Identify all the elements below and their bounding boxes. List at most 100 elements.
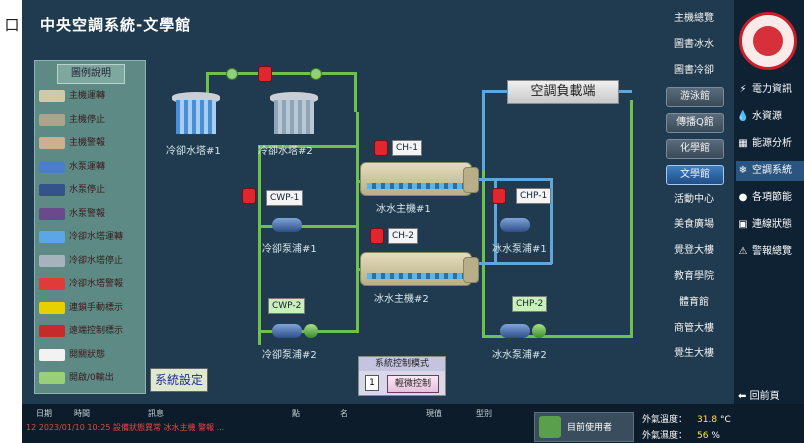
legend-item-label: 冷卻水塔停止 xyxy=(69,255,124,266)
outdoor-temp-value: 31.8 xyxy=(697,415,718,425)
chilled-pump-1-label: 冰水泵浦#1 xyxy=(492,244,547,255)
col-message: 訊息 xyxy=(148,409,164,418)
legend-item: 主機停止 xyxy=(37,111,143,129)
nav-item[interactable]: 游泳館 xyxy=(666,87,724,108)
legend-item: 開啟/0輸出 xyxy=(37,369,143,387)
current-user[interactable]: 目前使用者 xyxy=(534,412,634,442)
valve-icon xyxy=(310,68,322,80)
legend-swatch-icon xyxy=(39,254,65,267)
ch1-tag: CH-1 xyxy=(392,140,423,156)
chilled-pump-1[interactable] xyxy=(500,218,530,232)
legend-item-label: 水泵運轉 xyxy=(69,161,106,172)
legend-item-label: 水泵警報 xyxy=(69,208,106,219)
col-name: 名 xyxy=(340,409,348,418)
outdoor-temp-unit: °C xyxy=(719,415,731,425)
nav-item[interactable]: 商管大樓 xyxy=(666,320,722,338)
side-menu-label: 能源分析 xyxy=(752,138,792,149)
col-value: 現值 xyxy=(426,409,442,418)
menu-icon: ▦ xyxy=(738,138,748,149)
side-menu-item[interactable]: ❄ 空調系統 xyxy=(736,161,804,181)
legend-swatch-icon xyxy=(39,113,65,126)
side-menu-item[interactable]: ⚡ 電力資訊 xyxy=(736,80,804,100)
legend-swatch-icon xyxy=(39,160,65,173)
legend-item: 連鎖手動標示 xyxy=(37,299,143,317)
outdoor-hum-unit: % xyxy=(711,431,720,441)
nav-item[interactable]: 覺生大樓 xyxy=(666,345,722,363)
outdoor-hum-label: 外氣濕度： xyxy=(642,431,688,441)
cooling-tower-2[interactable] xyxy=(270,92,318,136)
menu-icon: 💧 xyxy=(736,111,750,122)
outdoor-humidity: 外氣濕度： 56 % xyxy=(642,428,720,441)
condenser-pipe xyxy=(356,145,359,333)
system-settings-button[interactable]: 系統設定 xyxy=(150,368,208,392)
menu-icon: ⚠ xyxy=(738,246,748,257)
nav-item[interactable]: 傳播Q館 xyxy=(666,113,724,134)
legend-panel: 圖例說明 主機運轉 主機停止 主機警報 水泵運轉 水泵停止 水泵警報 冷卻水塔運轉 冷卻水塔停… xyxy=(34,60,146,394)
chp2-tag: CHP-2 xyxy=(512,296,548,312)
hvac-load-box: 空調負載端 xyxy=(507,80,619,104)
cwp1-tag: CWP-1 xyxy=(266,190,304,206)
nav-item[interactable]: 教育學院 xyxy=(666,268,722,286)
side-menu-item[interactable]: ▦ 能源分析 xyxy=(736,134,804,154)
control-mode-button[interactable]: 輕微控制 xyxy=(387,375,439,393)
chilled-pipe xyxy=(617,90,632,93)
legend-item: 水泵運轉 xyxy=(37,158,143,176)
legend-swatch-icon xyxy=(39,137,65,149)
legend-title: 圖例說明 xyxy=(57,64,125,84)
condenser-pipe xyxy=(354,72,357,112)
back-arrow-icon: ⬅ xyxy=(738,391,747,402)
cooling-tower-2-label: 冷卻水塔#2 xyxy=(258,146,313,157)
chp1-tag: CHP-1 xyxy=(516,188,552,204)
chiller-2[interactable] xyxy=(360,252,479,286)
outdoor-hum-value: 56 xyxy=(697,431,709,441)
legend-swatch-icon xyxy=(39,90,65,102)
nav-item[interactable]: 文學館 xyxy=(666,164,724,185)
side-menu-label: 連線狀態 xyxy=(752,219,792,230)
user-label: 目前使用者 xyxy=(567,423,613,433)
cwp2-tag: CWP-2 xyxy=(268,298,306,314)
nav-item[interactable]: 活動中心 xyxy=(666,191,722,209)
condenser-pipe xyxy=(356,112,359,146)
chilled-pump-2-label: 冰水泵浦#2 xyxy=(492,350,547,361)
nav-item[interactable]: 體育館 xyxy=(666,294,722,312)
nav-item[interactable]: 覺登大樓 xyxy=(666,242,722,260)
legend-item: 水泵停止 xyxy=(37,181,143,199)
condenser-pump-2-label: 冷卻泵浦#2 xyxy=(262,350,317,361)
side-menu-label: 空調系統 xyxy=(752,165,792,176)
side-menu-item[interactable]: ▣ 連線狀態 xyxy=(736,215,804,235)
legend-item-label: 冷卻水塔警報 xyxy=(69,279,124,289)
legend-item-label: 水泵停止 xyxy=(69,185,106,195)
side-menu-label: 水資源 xyxy=(752,111,782,122)
legend-item-label: 開關狀態 xyxy=(69,349,106,360)
side-menu-item[interactable]: ● 各項節能 xyxy=(736,188,804,208)
frame-marker: 口 xyxy=(4,16,20,34)
hand-manual-icon xyxy=(370,228,384,244)
alarm-row[interactable]: 12 2023/01/10 10:25 設備狀態異常 冰水主機 警報 ... xyxy=(26,422,224,433)
chilled-pipe xyxy=(482,90,508,93)
back-button-label: 回前頁 xyxy=(749,391,780,402)
control-mode-panel: 系統控制模式 1 輕微控制 xyxy=(358,356,446,396)
chiller-1[interactable] xyxy=(360,162,479,196)
nav-item[interactable]: 化學館 xyxy=(666,139,724,159)
side-menu-item[interactable]: 💧 水資源 xyxy=(736,107,804,127)
cooling-tower-1[interactable] xyxy=(172,92,220,136)
nav-item[interactable]: 圖書冰水 xyxy=(666,36,722,54)
menu-icon: ⚡ xyxy=(739,84,747,95)
outdoor-temp-label: 外氣溫度： xyxy=(642,415,688,425)
legend-item: 主機運轉 xyxy=(37,87,143,105)
pump-motor-icon xyxy=(304,324,318,338)
side-menu-item[interactable]: ⚠ 警報總覽 xyxy=(736,242,804,262)
legend-swatch-icon xyxy=(39,278,65,290)
nav-item[interactable]: 主機總覽 xyxy=(666,10,722,28)
menu-icon: ▣ xyxy=(738,219,748,230)
condenser-pump-2[interactable] xyxy=(272,324,302,338)
condenser-supply-pipe xyxy=(258,145,261,345)
legend-item: 冷卻水塔運轉 xyxy=(37,228,143,246)
pump-motor-icon xyxy=(532,324,546,338)
nav-item[interactable]: 圖書冷卻 xyxy=(666,62,722,80)
col-date: 日期 xyxy=(36,409,52,418)
chilled-pump-2[interactable] xyxy=(500,324,530,338)
control-mode-indicator: 1 xyxy=(365,375,379,391)
nav-item[interactable]: 美食廣場 xyxy=(666,216,722,234)
condenser-pump-1[interactable] xyxy=(272,218,302,232)
